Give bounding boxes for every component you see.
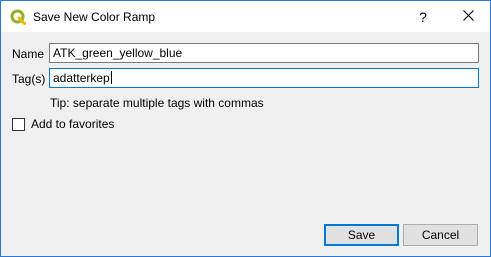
close-button[interactable] (446, 1, 490, 32)
favorites-checkbox[interactable] (12, 117, 25, 131)
name-field[interactable]: ATK_green_yellow_blue (49, 43, 479, 63)
tip-text: Tip: separate multiple tags with commas (50, 96, 264, 110)
window-title: Save New Color Ramp (33, 10, 156, 24)
close-icon (462, 9, 474, 24)
favorites-label[interactable]: Add to favorites (31, 117, 114, 131)
help-button[interactable]: ? (401, 1, 445, 32)
text-caret (110, 71, 112, 84)
tags-field[interactable]: adatterkep (49, 68, 479, 88)
qgis-icon (10, 9, 26, 25)
favorites-row[interactable]: Add to favorites (12, 117, 114, 131)
name-field-value: ATK_green_yellow_blue (53, 46, 183, 60)
dialog-content: Name ATK_green_yellow_blue Tag(s) adatte… (1, 32, 490, 256)
tags-field-value: adatterkep (53, 71, 110, 85)
tags-label: Tag(s) (12, 72, 46, 86)
title-bar[interactable]: Save New Color Ramp ? (1, 1, 490, 32)
name-label: Name (12, 47, 45, 61)
save-button[interactable]: Save (324, 224, 399, 246)
dialog-window: Save New Color Ramp ? Name ATK_green_yel… (0, 0, 491, 257)
cancel-button[interactable]: Cancel (403, 224, 478, 246)
